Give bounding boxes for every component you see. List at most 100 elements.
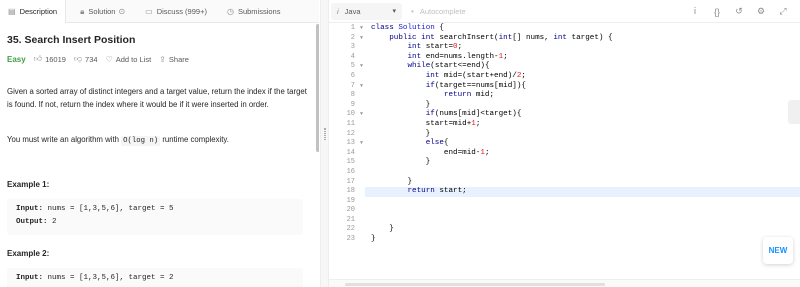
code-line[interactable]: else{ <box>371 139 800 149</box>
language-select[interactable]: i Java ▾ <box>331 2 402 20</box>
description-scrollbar[interactable] <box>316 24 319 152</box>
line-number: 15 <box>346 158 355 167</box>
tab-submissions[interactable]: ◷ Submissions <box>215 0 289 23</box>
line-number: 3 <box>350 43 355 52</box>
problem-description: Given a sorted array of distinct integer… <box>7 87 307 109</box>
code-line[interactable]: start=mid+1; <box>371 120 800 130</box>
example-1-heading: Example 1: <box>7 180 50 189</box>
line-number: 18 <box>346 187 355 196</box>
line-number: 4 <box>350 52 355 61</box>
grip-icon <box>324 128 326 140</box>
tab-description[interactable]: ▤ Description <box>0 0 67 23</box>
code-line[interactable]: } <box>371 101 800 111</box>
line-number: 13 ▼ <box>346 139 363 149</box>
autocomplete-toggle[interactable]: • Autocomplete <box>411 7 466 16</box>
line-number: 20 <box>346 206 355 215</box>
code-line[interactable]: while(start<=end){ <box>371 62 800 72</box>
side-panel-handle[interactable] <box>788 100 800 124</box>
tab-solution[interactable]: 🔒︎ Solution ⊙ <box>66 0 133 23</box>
line-number: 19 <box>346 196 355 205</box>
info-icon[interactable]: ⅰ <box>684 6 706 17</box>
editor-panel: i Java ▾ • Autocomplete ⅰ {} ↺ ⚙ ⤢ 1 ▼ 2 ▼ 3… <box>329 0 800 287</box>
chevron-down-icon: ▾ <box>392 8 396 15</box>
line-number: 10 ▼ <box>346 110 363 120</box>
code-line[interactable]: return start; <box>365 187 800 197</box>
line-number: 17 <box>346 177 355 186</box>
code-line[interactable]: public int searchInsert(int[] nums, int … <box>371 34 800 44</box>
line-number: 11 <box>346 119 355 128</box>
fold-arrow-icon[interactable]: ▼ <box>360 82 363 92</box>
editor-actions: ⅰ {} ↺ ⚙ ⤢ <box>684 0 794 23</box>
line-number: 23 <box>346 235 355 244</box>
problem-meta: Easy 👍︎ 16019 👎︎ 734 ♡ Add to List ⇪ Sha… <box>7 54 197 64</box>
line-number: 9 <box>350 100 355 109</box>
dislike-button[interactable]: 👎︎ 734 <box>74 54 98 64</box>
complexity-code: O(log n) <box>121 136 161 146</box>
code-line[interactable]: return mid; <box>371 91 800 101</box>
code-line[interactable]: int start=0; <box>371 43 800 53</box>
code-line[interactable]: class Solution { <box>371 24 800 34</box>
code-line[interactable] <box>371 206 800 216</box>
line-number: 7 ▼ <box>350 81 363 92</box>
code-line[interactable]: if(nums[mid]<target){ <box>371 110 800 120</box>
complexity-requirement: You must write an algorithm with O(log n… <box>7 135 229 146</box>
document-icon: ▤ <box>8 7 16 16</box>
line-number: 14 <box>346 148 355 157</box>
line-number: 5 ▼ <box>350 62 363 72</box>
code-line[interactable]: int end=nums.length-1; <box>371 53 800 63</box>
line-number: 8 <box>350 91 355 100</box>
code-line[interactable]: end=mid-1; <box>371 149 800 159</box>
discuss-icon: ▭ <box>145 7 153 16</box>
fold-arrow-icon[interactable]: ▼ <box>360 62 363 72</box>
code-line[interactable]: } <box>371 225 800 235</box>
problem-title: 35. Search Insert Position <box>7 34 136 46</box>
share-icon: ⇪ <box>159 54 166 64</box>
example-2-heading: Example 2: <box>7 249 50 258</box>
code-line[interactable] <box>371 168 800 178</box>
thumbs-up-icon: 👍︎ <box>33 54 43 63</box>
lock-icon: 🔒︎ <box>80 6 85 16</box>
fold-arrow-icon[interactable]: ▼ <box>360 24 363 34</box>
fold-arrow-icon[interactable]: ▼ <box>360 34 363 44</box>
add-to-list-button[interactable]: ♡ Add to List <box>106 55 152 64</box>
new-button[interactable]: NEW <box>763 237 793 264</box>
code-line[interactable]: } <box>371 130 800 140</box>
line-number: 16 <box>346 167 355 176</box>
fold-arrow-icon[interactable]: ▼ <box>360 110 363 120</box>
code-line[interactable] <box>371 197 800 207</box>
code-editor[interactable]: 1 ▼ 2 ▼ 3 4 5 ▼ 6 7 ▼ 8 9 10 ▼ 11 12 13 ▼ 14 15 16 17 18 19 20 21 2… <box>329 24 800 269</box>
clock-icon: ◷ <box>226 7 234 16</box>
code-line[interactable]: } <box>371 158 800 168</box>
code-area[interactable]: class Solution { public int searchInsert… <box>365 24 800 245</box>
problem-tabs: ▤ Description 🔒︎ Solution ⊙ ▭ Discuss (9… <box>0 0 319 23</box>
difficulty-badge: Easy <box>7 54 26 64</box>
description-panel: ▤ Description 🔒︎ Solution ⊙ ▭ Discuss (9… <box>0 0 319 287</box>
code-line[interactable]: } <box>371 235 800 245</box>
code-line[interactable]: } <box>371 178 800 188</box>
code-line[interactable] <box>371 216 800 226</box>
fullscreen-icon[interactable]: ⤢ <box>772 6 794 17</box>
console-bar <box>329 279 800 287</box>
line-number: 2 ▼ <box>350 33 363 44</box>
share-button[interactable]: ⇪ Share <box>159 55 189 64</box>
example-1-box: Input: nums = [1,3,5,6], target = 5 Outp… <box>7 199 303 235</box>
like-button[interactable]: 👍︎ 16019 <box>34 54 66 64</box>
line-number: 1 ▼ <box>350 24 363 34</box>
code-line[interactable]: if(target==nums[mid]){ <box>371 82 800 92</box>
code-line[interactable]: int mid=(start+end)/2; <box>371 72 800 82</box>
thumbs-down-icon: 👎︎ <box>73 54 83 63</box>
settings-icon[interactable]: ⚙ <box>750 6 772 17</box>
circle-arrow-icon: ⊙ <box>118 7 126 16</box>
line-number: 21 <box>346 215 355 224</box>
line-number: 22 <box>346 225 355 234</box>
fold-arrow-icon[interactable]: ▼ <box>360 139 363 149</box>
editor-toolbar: i Java ▾ • Autocomplete ⅰ {} ↺ ⚙ ⤢ <box>329 0 800 23</box>
braces-icon[interactable]: {} <box>706 7 728 17</box>
line-number: 12 <box>346 129 355 138</box>
heart-icon: ♡ <box>105 54 113 64</box>
line-number: 6 <box>350 71 355 80</box>
tab-discuss[interactable]: ▭ Discuss (999+) <box>133 0 215 23</box>
pane-resize-handle[interactable] <box>320 0 329 287</box>
autocomplete-dot-icon: • <box>411 6 414 16</box>
reset-icon[interactable]: ↺ <box>728 6 750 17</box>
